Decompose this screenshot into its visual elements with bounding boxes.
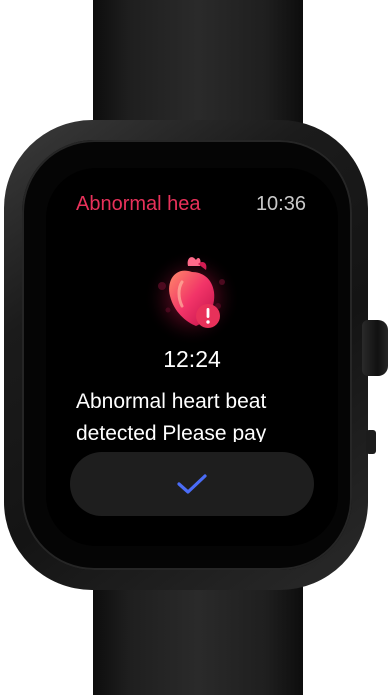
notification-title: Abnormal hea bbox=[76, 193, 201, 215]
alert-message-line: Abnormal heart beat bbox=[76, 390, 267, 413]
alert-message-line: detected Please pay bbox=[76, 422, 267, 442]
heart-warning-icon bbox=[144, 250, 240, 346]
watch-crown[interactable] bbox=[362, 320, 388, 376]
alert-message: Abnormal heart beat detected Please pay bbox=[76, 386, 308, 442]
status-time: 10:36 bbox=[255, 193, 306, 215]
watch-side-button[interactable] bbox=[366, 430, 376, 454]
alert-time: 12:24 bbox=[163, 346, 221, 372]
confirm-button[interactable] bbox=[70, 452, 314, 516]
check-icon bbox=[177, 474, 207, 494]
watch-screen: Abnormal hea 10:36 12:24 Abnormal heart … bbox=[46, 168, 338, 546]
